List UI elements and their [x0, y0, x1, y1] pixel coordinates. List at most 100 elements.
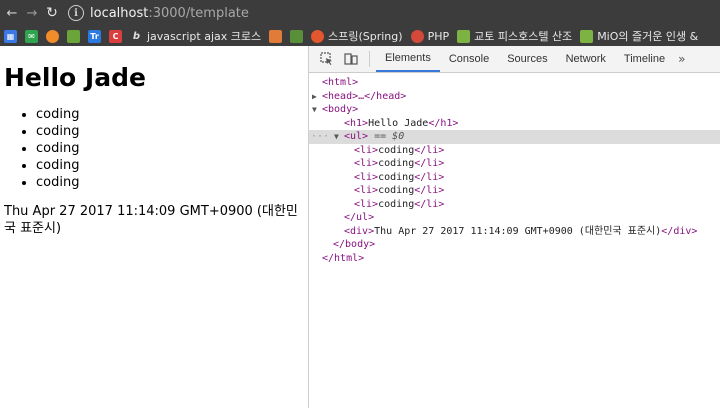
tab-elements[interactable]: Elements [376, 46, 440, 72]
url-field[interactable]: localhost:3000/template [90, 6, 249, 21]
devtools-tab-bar: Elements Console Sources Network Timelin… [309, 46, 720, 73]
tab-console[interactable]: Console [440, 46, 498, 72]
tag: <h1> [344, 117, 369, 129]
tag: </li> [414, 144, 445, 156]
dom-node-li[interactable]: <li>coding</li> [309, 198, 720, 212]
tag: <body> [322, 104, 359, 115]
url-host: localhost [90, 5, 149, 21]
coding-list: coding coding coding coding coding [4, 106, 308, 191]
tag: <head>…</head> [322, 90, 407, 102]
bookmark-mio[interactable]: MiO의 즐거운 인생 & [580, 28, 698, 44]
stackoverflow-icon[interactable] [269, 29, 283, 43]
toolbar-separator [369, 51, 370, 67]
tag: <li> [354, 185, 379, 196]
javascript-bookmark-icon: b [132, 30, 141, 42]
tag: <li> [354, 198, 379, 210]
selection-dots: ··· [311, 131, 330, 142]
tab-timeline[interactable]: Timeline [615, 46, 674, 72]
bookmarks-bar: ▦ ✉ Tr C b javascript ajax 크로스 스프링(Sprin… [0, 26, 720, 46]
page-viewport: Hello Jade coding coding coding coding c… [0, 46, 308, 408]
dom-node-li[interactable]: <li>coding</li> [309, 144, 720, 158]
console-ref: == $0 [368, 131, 405, 142]
dom-node-html[interactable]: <html> [309, 76, 720, 90]
dom-node-li[interactable]: <li>coding</li> [309, 184, 720, 198]
dom-node-li[interactable]: <li>coding</li> [309, 157, 720, 171]
inspect-element-icon[interactable] [315, 46, 339, 72]
trello-bookmark-icon[interactable]: Tr [88, 29, 101, 43]
devtools-panel: Elements Console Sources Network Timelin… [309, 46, 720, 408]
mail-bookmark-icon[interactable]: ✉ [25, 29, 38, 43]
tag: </li> [414, 185, 445, 196]
bookmark-label: 교토 피스호스텔 산조 [474, 30, 573, 43]
orange-bookmark-icon[interactable] [46, 29, 59, 43]
tag: </li> [414, 171, 445, 183]
php-bookmark-icon [410, 29, 424, 43]
dom-node-html-close[interactable]: </html> [309, 252, 720, 266]
expand-triangle-icon[interactable]: ▶ [312, 90, 322, 104]
bookmark-javascript[interactable]: b javascript ajax 크로스 [130, 28, 261, 44]
dom-tree: <html> ▶ <head>…</head> ▼ <body> <h1>Hello… [309, 73, 720, 265]
node-text: Thu Apr 27 2017 11:14:09 GMT+0900 (대한민국 … [374, 225, 662, 237]
node-text: coding [378, 158, 415, 169]
tab-network[interactable]: Network [557, 46, 615, 72]
dom-node-head[interactable]: ▶ <head>…</head> [309, 90, 720, 104]
bookmark-label: PHP [427, 29, 450, 43]
bookmark-label: MiO의 즐거운 인생 & [597, 30, 699, 43]
bookmark-php[interactable]: PHP [410, 29, 450, 43]
dom-node-body[interactable]: ▼ <body> [309, 103, 720, 117]
tab-sources[interactable]: Sources [498, 46, 556, 72]
green-bookmark-icon[interactable] [67, 29, 80, 43]
evernote-icon[interactable] [290, 29, 304, 43]
rss-bookmark-icon [580, 29, 594, 43]
tag: </div> [661, 225, 698, 237]
collapse-triangle-icon[interactable]: ▼ [312, 103, 322, 117]
page-heading: Hello Jade [4, 63, 146, 92]
tag: </ul> [344, 212, 375, 223]
rss-bookmark-icon [457, 29, 471, 43]
tag: <li> [354, 158, 379, 169]
bookmark-label: 스프링(Spring) [328, 30, 403, 43]
node-text: coding [378, 185, 415, 196]
node-text: Hello Jade [368, 117, 429, 129]
tag: <ul> [344, 131, 369, 142]
tag: <html> [322, 77, 359, 88]
bookmark-label: javascript ajax 크로스 [147, 30, 262, 43]
address-bar: ← → ↻ i localhost:3000/template [0, 0, 720, 26]
dom-node-ul-selected[interactable]: ··· ▼ <ul> == $0 [309, 130, 720, 144]
tag: </li> [414, 198, 445, 210]
spring-bookmark-icon [311, 29, 325, 43]
dom-node-ul-close[interactable]: </ul> [309, 211, 720, 225]
tag: <div> [344, 225, 375, 237]
collapse-triangle-icon[interactable]: ▼ [334, 130, 344, 144]
list-item: coding [36, 174, 308, 191]
dom-node-body-close[interactable]: </body> [309, 238, 720, 252]
reload-icon[interactable]: ↻ [42, 0, 62, 26]
list-item: coding [36, 140, 308, 157]
tag: </h1> [428, 117, 459, 129]
bookmark-kyoto[interactable]: 교토 피스호스텔 산조 [457, 28, 572, 44]
node-text: coding [378, 144, 415, 156]
tag: </body> [333, 239, 376, 250]
node-text: coding [378, 198, 415, 210]
tag: </html> [322, 252, 365, 264]
bookmark-spring[interactable]: 스프링(Spring) [311, 28, 403, 44]
tag: <li> [354, 171, 379, 183]
list-item: coding [36, 157, 308, 174]
device-toolbar-icon[interactable] [339, 46, 363, 72]
dom-node-li[interactable]: <li>coding</li> [309, 171, 720, 185]
list-item: coding [36, 123, 308, 140]
back-arrow-icon[interactable]: ← [2, 0, 22, 26]
red-bookmark-icon[interactable]: C [109, 29, 122, 43]
tag: <li> [354, 144, 379, 156]
dom-node-h1[interactable]: <h1>Hello Jade</h1> [309, 117, 720, 131]
node-text: coding [378, 171, 415, 183]
more-tabs-icon[interactable]: » [674, 46, 689, 72]
tag: </li> [414, 158, 445, 169]
date-text: Thu Apr 27 2017 11:14:09 GMT+0900 (대한민국 … [4, 204, 298, 236]
forward-arrow-icon[interactable]: → [22, 0, 42, 26]
info-icon[interactable]: i [68, 5, 84, 21]
apps-icon[interactable]: ▦ [4, 29, 17, 43]
url-path: :3000/template [148, 5, 249, 21]
list-item: coding [36, 106, 308, 123]
dom-node-div[interactable]: <div>Thu Apr 27 2017 11:14:09 GMT+0900 (… [309, 225, 720, 239]
